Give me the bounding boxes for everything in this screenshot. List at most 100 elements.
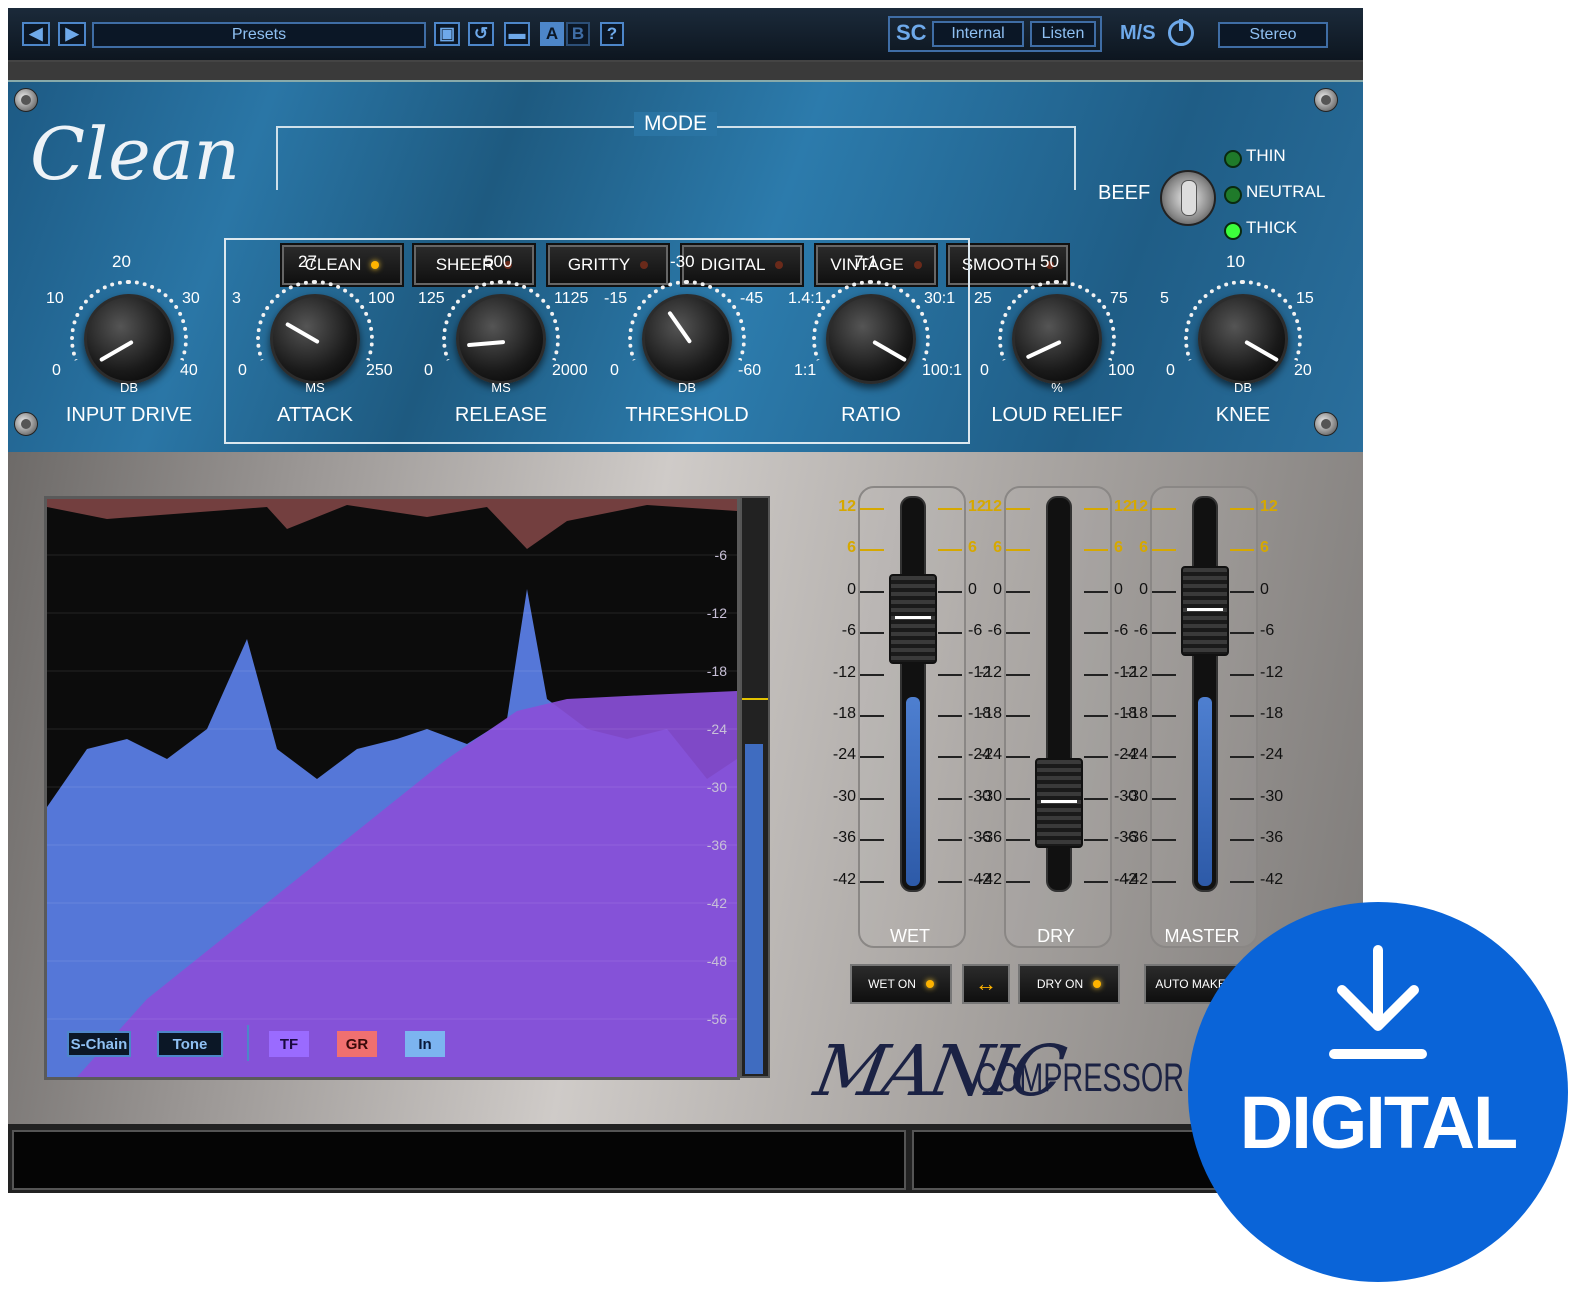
knob-right-lo: 100:1 bbox=[922, 362, 963, 379]
knob-left-lo: 0 bbox=[980, 362, 989, 379]
fader-tick bbox=[1152, 756, 1176, 759]
analyzer-separator bbox=[247, 1025, 249, 1061]
knob-loud-relief[interactable] bbox=[1012, 294, 1102, 384]
knob-right-lo: 2000 bbox=[552, 362, 588, 379]
knob-right-hi: -45 bbox=[740, 290, 764, 307]
fader-scale-right: -36 bbox=[1260, 829, 1284, 847]
fader-tick bbox=[1152, 797, 1176, 800]
fader-tick bbox=[1084, 839, 1108, 842]
fader-tick bbox=[860, 880, 884, 883]
next-preset-button[interactable]: ▶ bbox=[58, 22, 86, 46]
ab-a-button[interactable]: A bbox=[540, 22, 564, 46]
knob-label: LOUD RELIEF bbox=[991, 404, 1123, 426]
fader-tick bbox=[1084, 590, 1108, 593]
fader-tick bbox=[1084, 508, 1108, 510]
wet-fader-track[interactable] bbox=[900, 496, 926, 892]
fader-scale-left: -42 bbox=[1124, 870, 1148, 888]
wet-fader-handle[interactable] bbox=[889, 574, 937, 664]
fader-scale-left: 12 bbox=[1130, 498, 1148, 515]
beef-option-neutral[interactable]: NEUTRAL bbox=[1246, 182, 1325, 202]
fader-level-fill bbox=[906, 697, 920, 886]
dry-on-button[interactable]: DRY ON bbox=[1018, 964, 1120, 1004]
fader-scale-left: -36 bbox=[1124, 829, 1148, 847]
fader-scale-left: -24 bbox=[1124, 746, 1148, 764]
fader-tick bbox=[1152, 549, 1176, 552]
knob-threshold[interactable] bbox=[642, 294, 732, 384]
db-scale-label: -12 bbox=[707, 605, 727, 621]
fader-label: MASTER bbox=[1164, 926, 1240, 946]
help-button[interactable]: ? bbox=[600, 22, 624, 46]
fader-scale-left: -12 bbox=[832, 663, 856, 681]
sidechain-source-button[interactable]: Internal bbox=[932, 21, 1024, 47]
ms-power-icon[interactable] bbox=[1168, 19, 1194, 46]
knob-top-value: -30 bbox=[670, 252, 695, 271]
knob-input-drive[interactable] bbox=[84, 294, 174, 384]
knob-unit: DB bbox=[119, 380, 139, 395]
fader-tick bbox=[1084, 549, 1108, 552]
master-fader-handle[interactable] bbox=[1181, 566, 1229, 656]
knob-unit: % bbox=[1051, 380, 1063, 395]
wet-on-button[interactable]: WET ON bbox=[850, 964, 952, 1004]
analyzer-schain-button[interactable]: S-Chain bbox=[67, 1031, 131, 1057]
beef-option-thin[interactable]: THIN bbox=[1246, 146, 1286, 166]
knob-unit: MS bbox=[305, 380, 325, 395]
folder-icon[interactable]: ▬ bbox=[504, 22, 530, 46]
fader-scale-left: 12 bbox=[984, 498, 1002, 515]
fader-scale-left: -24 bbox=[978, 746, 1002, 764]
fader-scale-right: -42 bbox=[1260, 870, 1284, 888]
knob-left-hi: 1.4:1 bbox=[788, 290, 824, 307]
digital-label: DIGITAL bbox=[1239, 1081, 1518, 1164]
knob-right-hi: 30 bbox=[182, 290, 200, 307]
stereo-mode-dropdown[interactable]: Stereo bbox=[1218, 22, 1328, 48]
meter-fill bbox=[745, 744, 763, 1074]
analyzer-gr-button[interactable]: GR bbox=[337, 1031, 377, 1057]
knob-label: INPUT DRIVE bbox=[65, 404, 193, 426]
knob-pointer bbox=[667, 310, 693, 344]
beef-label: BEEF bbox=[1098, 182, 1151, 204]
control-panel: Clean MODE CLEAN SHEER GRITTY DIGITAL VINTAG… bbox=[8, 80, 1363, 454]
ab-b-button[interactable]: B bbox=[566, 22, 590, 46]
fader-tick bbox=[860, 756, 884, 759]
master-fader-track[interactable] bbox=[1192, 496, 1218, 892]
button-led-icon bbox=[925, 980, 934, 988]
fader-tick bbox=[1084, 797, 1108, 800]
fader-scale-left: -30 bbox=[1124, 787, 1148, 805]
plugin-window: ◀ ▶ Presets ▣ ↺ ▬ A B ? SC Internal List… bbox=[8, 8, 1363, 1193]
output-level-meter bbox=[740, 496, 770, 1078]
db-scale-label: -48 bbox=[707, 953, 727, 969]
listen-button[interactable]: Listen bbox=[1030, 21, 1096, 47]
analyzer-in-button[interactable]: In bbox=[405, 1031, 445, 1057]
fader-scale-left: -42 bbox=[978, 870, 1002, 888]
swap-wet-dry-button[interactable]: ↔ bbox=[962, 964, 1010, 1004]
preset-name-script: Clean bbox=[30, 112, 241, 196]
beef-led-icon bbox=[1224, 150, 1242, 168]
knob-knee[interactable] bbox=[1198, 294, 1288, 384]
screw-icon bbox=[14, 88, 38, 112]
fader-scale-right: -18 bbox=[1260, 705, 1284, 722]
knob-release[interactable] bbox=[456, 294, 546, 384]
fader-tick bbox=[860, 590, 884, 593]
lower-panel: -6 -12 -18 -24 -30 -36 -42 -48 -56 S-Chain Tone TF… bbox=[8, 452, 1363, 1124]
beef-option-thick[interactable]: THICK bbox=[1246, 218, 1297, 238]
fader-tick bbox=[938, 756, 962, 759]
analyzer-tf-button[interactable]: TF bbox=[269, 1031, 309, 1057]
knob-left-lo: 1:1 bbox=[794, 362, 817, 379]
fader-tick bbox=[1006, 797, 1030, 800]
fader-tick bbox=[938, 797, 962, 800]
fader-tick bbox=[1152, 839, 1176, 842]
fader-tick bbox=[1230, 673, 1254, 676]
dry-fader-handle[interactable] bbox=[1035, 758, 1083, 848]
fader-tick bbox=[938, 715, 962, 717]
save-icon[interactable]: ▣ bbox=[434, 22, 460, 46]
sidechain-label: SC bbox=[896, 20, 927, 45]
knob-attack[interactable] bbox=[270, 294, 360, 384]
analyzer-tone-button[interactable]: Tone bbox=[157, 1031, 223, 1057]
knob-ratio[interactable] bbox=[826, 294, 916, 384]
prev-preset-button[interactable]: ◀ bbox=[22, 22, 50, 46]
fader-tick bbox=[1084, 756, 1108, 759]
undo-icon[interactable]: ↺ bbox=[468, 22, 494, 46]
fader-scale-left: 0 bbox=[847, 580, 856, 598]
presets-dropdown[interactable]: Presets bbox=[92, 22, 426, 48]
fader-tick bbox=[1006, 632, 1030, 635]
beef-toggle-switch[interactable] bbox=[1160, 170, 1216, 226]
